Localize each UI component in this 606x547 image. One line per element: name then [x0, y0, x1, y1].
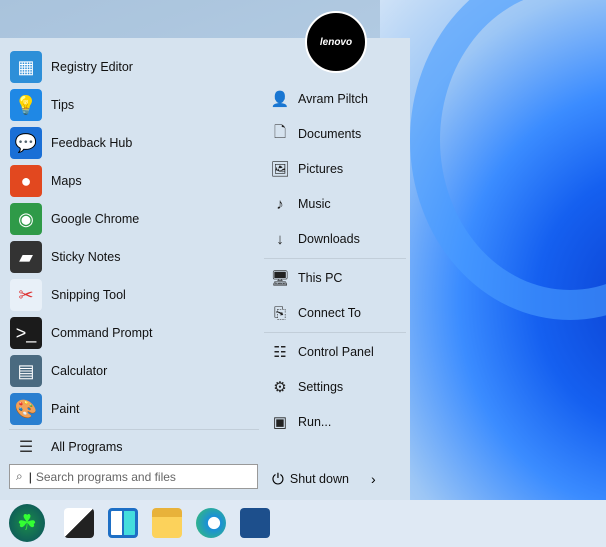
right-item[interactable]: ⎘ Connect To	[270, 298, 406, 328]
user-folder-link[interactable]: 👤 Avram Piltch	[270, 84, 406, 114]
shutdown-button[interactable]: ⏻ Shut down ›	[272, 464, 376, 494]
control-panel-icon: ☷	[273, 344, 287, 361]
user-folder-icon: 👤	[270, 91, 290, 108]
right-item[interactable]: ▣ Run...	[270, 407, 406, 437]
program-item[interactable]: 💬 Feedback Hub	[10, 125, 260, 161]
right-item[interactable]: 🖼 Pictures	[270, 154, 406, 184]
lightbulb-icon: 💡	[10, 89, 42, 121]
gear-icon: ⚙	[273, 379, 287, 396]
program-item[interactable]: ✂ Snipping Tool	[10, 277, 260, 313]
program-item[interactable]: ▦ Registry Editor	[10, 49, 260, 85]
list-icon: ☰	[18, 439, 34, 456]
divider	[264, 258, 406, 259]
store-icon[interactable]	[240, 508, 270, 538]
scissors-icon: ✂	[10, 279, 42, 311]
download-icon: ↓	[276, 230, 284, 248]
terminal-icon: >_	[10, 317, 42, 349]
text-cursor: |	[28, 469, 32, 484]
program-item[interactable]: >_ Command Prompt	[10, 315, 260, 351]
edge-icon[interactable]	[196, 508, 226, 538]
run-icon: ▣	[272, 414, 288, 431]
program-item[interactable]: 🎨 Paint	[10, 391, 260, 427]
registry-icon: ▦	[10, 51, 42, 83]
calculator-icon: ▤	[10, 355, 42, 387]
chrome-icon: ◉	[10, 203, 42, 235]
right-item[interactable]: ↓ Downloads	[270, 224, 406, 254]
right-item[interactable]: ☷ Control Panel	[270, 337, 406, 367]
start-button[interactable]: ☘	[9, 504, 45, 542]
program-item[interactable]: 💡 Tips	[10, 87, 260, 123]
feedback-icon: 💬	[10, 127, 42, 159]
file-explorer-icon[interactable]	[152, 508, 182, 538]
taskbar: ☘	[0, 500, 606, 547]
search-icon: ⌕	[16, 469, 23, 483]
widgets-icon[interactable]	[108, 508, 138, 538]
search-box[interactable]: ⌕ | Search programs and files	[9, 464, 258, 489]
start-menu: ▦ Registry Editor 💡 Tips 💬 Feedback Hub ● Maps ◉…	[0, 38, 410, 500]
task-view-icon[interactable]	[64, 508, 94, 538]
program-item[interactable]: ◉ Google Chrome	[10, 201, 260, 237]
connect-icon: ⎘	[273, 304, 286, 322]
right-item[interactable]: ♪ Music	[270, 189, 406, 219]
program-item[interactable]: ● Maps	[10, 163, 260, 199]
program-item[interactable]: ▤ Calculator	[10, 353, 260, 389]
palette-icon: 🎨	[10, 393, 42, 425]
right-item[interactable]: 🗋 Documents	[270, 119, 406, 149]
chevron-right-icon[interactable]: ›	[371, 471, 376, 487]
document-icon: 🗋	[273, 123, 287, 141]
program-item[interactable]: ▰ Sticky Notes	[10, 239, 260, 275]
divider	[264, 332, 406, 333]
music-note-icon: ♪	[276, 195, 284, 213]
all-programs-button[interactable]: ☰ All Programs	[10, 429, 260, 465]
picture-icon: 🖼	[270, 161, 290, 178]
user-avatar[interactable]: lenovo	[305, 11, 367, 73]
sticky-note-icon: ▰	[10, 241, 42, 273]
power-icon: ⏻	[272, 470, 284, 488]
right-item[interactable]: ⚙ Settings	[270, 372, 406, 402]
computer-icon: 🖥	[270, 270, 290, 287]
desktop-wallpaper	[380, 0, 606, 500]
right-item[interactable]: 🖥 This PC	[270, 263, 406, 293]
map-pin-icon: ●	[10, 165, 42, 197]
